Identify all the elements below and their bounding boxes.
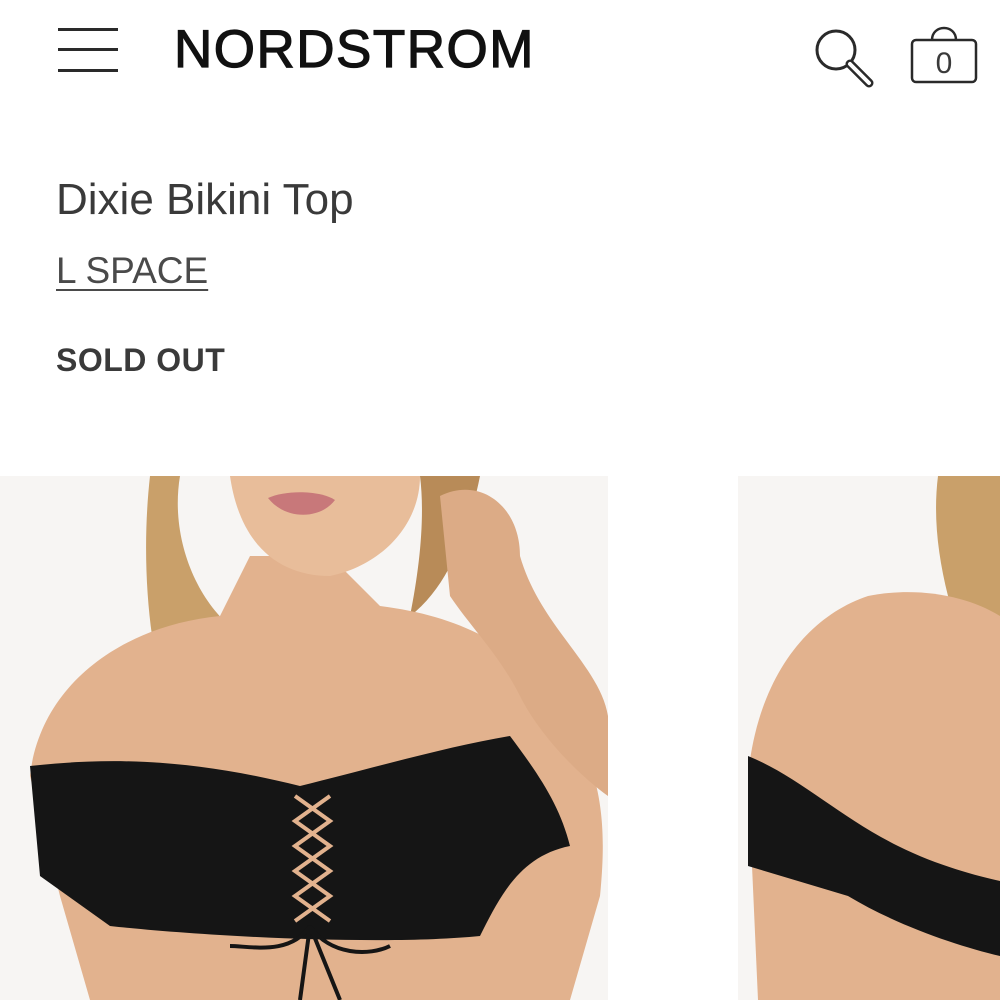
product-image-carousel[interactable] xyxy=(0,476,1000,1000)
hamburger-menu-icon[interactable] xyxy=(56,26,120,78)
product-image-front[interactable] xyxy=(0,476,608,1000)
shopping-bag-button[interactable]: 0 xyxy=(906,18,982,90)
bag-count: 0 xyxy=(935,47,953,80)
product-page: NORDSTROM 0 Dixie Bikini Top L SPACE SOL… xyxy=(0,0,1000,1000)
product-title: Dixie Bikini Top xyxy=(56,175,354,224)
search-icon[interactable] xyxy=(812,26,876,90)
sold-out-status: SOLD OUT xyxy=(56,342,226,378)
site-header: NORDSTROM 0 xyxy=(0,0,1000,110)
brand-logo[interactable]: NORDSTROM xyxy=(173,19,535,80)
product-image-back[interactable] xyxy=(738,476,1000,1000)
brand-link[interactable]: L SPACE xyxy=(56,246,208,296)
